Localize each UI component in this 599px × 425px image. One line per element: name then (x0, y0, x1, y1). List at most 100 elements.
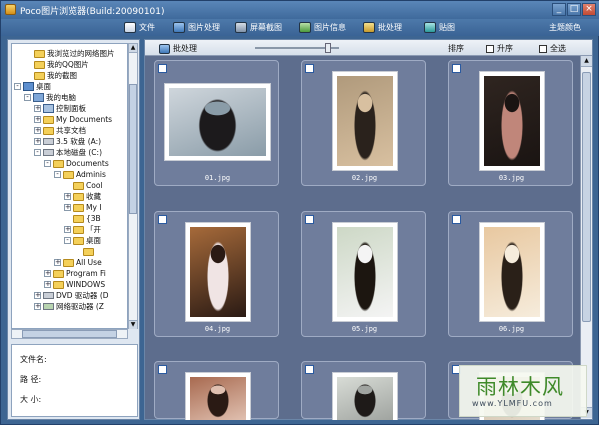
tree-item-guid-folder[interactable]: {3B (73, 213, 101, 224)
toolbar-image-edit-button[interactable]: 图片处理 (173, 20, 220, 35)
expand-icon[interactable]: + (34, 303, 41, 310)
collapse-icon[interactable]: - (54, 171, 61, 178)
folder-icon (63, 258, 74, 267)
expand-icon[interactable]: + (44, 281, 51, 288)
tree-item-favorites[interactable]: + 收藏 (64, 191, 101, 202)
thumbnail-filename: 06.jpg (498, 325, 525, 333)
tree-item-start-menu[interactable]: + 「开 (64, 224, 101, 235)
toolbar-paste-button[interactable]: 贴图 (424, 20, 455, 35)
checkbox-icon[interactable] (486, 44, 494, 53)
tree-item-documents[interactable]: - Documents (44, 158, 109, 169)
tree-item-shared-docs[interactable]: + 共享文档 (34, 125, 86, 136)
tree-item-network-drive[interactable]: + 网络驱动器 (Z (34, 301, 104, 312)
thumbnail-filename: 03.jpg (498, 174, 525, 182)
thumbnail-image[interactable] (169, 88, 266, 156)
thumbnail-image[interactable] (337, 377, 393, 420)
thumbnail-card[interactable]: 02.jpg (301, 60, 426, 186)
thumbnail-image[interactable] (484, 76, 540, 166)
expand-icon[interactable]: + (64, 204, 71, 211)
thumbnail-select-checkbox[interactable] (305, 215, 314, 224)
thumbnail-card[interactable] (301, 361, 426, 420)
thumbnail-card[interactable]: 03.jpg (448, 60, 573, 186)
expand-icon[interactable]: + (34, 105, 41, 112)
tree-item-my-computer[interactable]: - 我的电脑 (24, 92, 76, 103)
select-all-checkbox[interactable]: 全选 (539, 43, 566, 54)
thumbnail-image[interactable] (337, 227, 393, 317)
tree-item-cookies[interactable]: Cool (73, 180, 103, 191)
tree-item-windows[interactable]: + WINDOWS (44, 279, 105, 290)
tree-item-dvd-drive[interactable]: + DVD 驱动器 (D (34, 290, 109, 301)
thumbnail-image[interactable] (484, 227, 540, 317)
scroll-up-icon[interactable]: ▲ (581, 56, 592, 67)
tree-item-web-images[interactable]: 我浏览过的网络图片 (34, 48, 115, 59)
thumbnail-select-checkbox[interactable] (452, 64, 461, 73)
thumbnail-frame (332, 372, 398, 420)
scroll-thumb[interactable] (582, 72, 591, 322)
expand-icon[interactable]: + (64, 226, 71, 233)
scroll-thumb[interactable] (22, 330, 117, 338)
tree-item-desktop-sub[interactable] (83, 246, 96, 257)
expand-icon[interactable]: + (34, 127, 41, 134)
thumbnail-image[interactable] (337, 76, 393, 166)
expand-icon[interactable]: + (64, 193, 71, 200)
tree-item-my-documents[interactable]: + My Documents (34, 114, 112, 125)
collapse-icon[interactable]: - (34, 149, 41, 156)
tree-item-drive-c[interactable]: - 本地磁盘 (C:) (34, 147, 102, 158)
thumbnail-card[interactable]: 01.jpg (154, 60, 279, 186)
folder-tree[interactable]: 我浏览过的网络图片 我的QQ图片 我的截图 - 桌面 - 我的电脑 + 控制面板… (11, 43, 128, 329)
expand-icon[interactable]: + (34, 116, 41, 123)
tree-item-control-panel[interactable]: + 控制面板 (34, 103, 86, 114)
tree-vertical-scrollbar[interactable]: ▲ ▼ (128, 43, 138, 329)
thumbnail-select-checkbox[interactable] (158, 215, 167, 224)
expand-icon[interactable]: + (54, 259, 61, 266)
thumbnail-select-checkbox[interactable] (305, 365, 314, 374)
tree-item-my-docs-sub[interactable]: + My I (64, 202, 102, 213)
scroll-thumb[interactable] (129, 84, 137, 214)
tree-item-all-users[interactable]: + All Use (54, 257, 102, 268)
tree-item-floppy[interactable]: + 3.5 软盘 (A:) (34, 136, 101, 147)
expand-icon[interactable]: + (34, 138, 41, 145)
theme-color-button[interactable]: 主题颜色 (549, 20, 581, 35)
toolbar-screenshot-label: 屏幕截图 (250, 23, 282, 32)
tree-item-desktop[interactable]: - 桌面 (14, 81, 51, 92)
tree-item-qq-images[interactable]: 我的QQ图片 (34, 59, 89, 70)
zoom-slider-handle[interactable] (325, 43, 331, 53)
tree-item-program-files[interactable]: + Program Fi (44, 268, 106, 279)
tree-horizontal-scrollbar[interactable] (11, 329, 128, 339)
toolbar-info-button[interactable]: 图片信息 (299, 20, 346, 35)
toolbar-screenshot-button[interactable]: 屏幕截图 (235, 20, 282, 35)
scroll-up-icon[interactable]: ▲ (129, 44, 137, 53)
expand-icon[interactable]: + (44, 270, 51, 277)
thumbnail-card[interactable]: 05.jpg (301, 211, 426, 337)
thumbnail-select-checkbox[interactable] (452, 215, 461, 224)
tree-item-administrator[interactable]: - Adminis (54, 169, 106, 180)
checkbox-icon[interactable] (539, 44, 547, 53)
tree-item-user-desktop[interactable]: - 桌面 (64, 235, 101, 246)
toolbar-image-edit-label: 图片处理 (188, 23, 220, 32)
minimize-button[interactable]: _ (552, 3, 566, 16)
collapse-icon[interactable]: - (64, 237, 71, 244)
ascending-checkbox[interactable]: 升序 (486, 43, 513, 54)
collapse-icon[interactable]: - (44, 160, 51, 167)
expand-icon[interactable]: + (34, 292, 41, 299)
maximize-button[interactable]: □ (567, 3, 581, 16)
batch-process-button[interactable]: 批处理 (159, 43, 197, 54)
close-button[interactable]: × (582, 3, 596, 16)
collapse-icon[interactable]: - (14, 83, 21, 90)
collapse-icon[interactable]: - (24, 94, 31, 101)
thumbnail-card[interactable]: 04.jpg (154, 211, 279, 337)
thumbnail-select-checkbox[interactable] (305, 64, 314, 73)
scroll-down-icon[interactable]: ▼ (129, 320, 137, 329)
thumbnail-image[interactable] (190, 377, 246, 420)
thumbnail-card[interactable]: 06.jpg (448, 211, 573, 337)
title-bar[interactable]: Poco图片浏览器(Build:20090101) _ □ × (1, 1, 599, 19)
thumbnail-card[interactable] (154, 361, 279, 420)
thumbnail-image[interactable] (190, 227, 246, 317)
thumbnail-select-checkbox[interactable] (158, 64, 167, 73)
thumbnail-select-checkbox[interactable] (158, 365, 167, 374)
sort-dropdown[interactable]: 排序 (448, 43, 464, 54)
tree-item-screenshots[interactable]: 我的截图 (34, 70, 77, 81)
thumbnail-filename: 05.jpg (351, 325, 378, 333)
toolbar-file-button[interactable]: 文件 (124, 20, 155, 35)
toolbar-batch-button[interactable]: 批处理 (363, 20, 402, 35)
